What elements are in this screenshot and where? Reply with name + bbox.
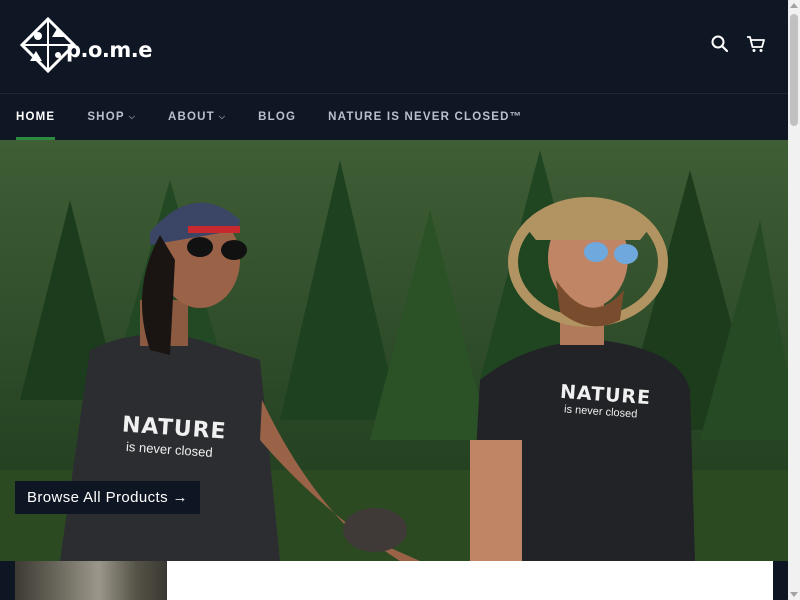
nav-item-blog[interactable]: BLOG [242,94,312,140]
nav-item-nature[interactable]: NATURE IS NEVER CLOSED™ [312,94,538,140]
nav-item-about[interactable]: ABOUT ⌵ [152,94,242,140]
chevron-down-icon: ⌵ [128,112,136,121]
featured-card [167,561,773,600]
site-header: p.o.m.e [0,0,788,94]
featured-section [0,561,788,600]
nav-item-label: ABOUT [167,111,215,123]
main-nav: HOME SHOP ⌵ ABOUT ⌵ BLOG NATURE IS NEVER… [0,94,788,140]
chevron-down-icon: ⌵ [218,112,227,121]
hero-banner[interactable]: NATURE is never closed NATURE is never c… [0,140,788,561]
cart-icon[interactable] [746,34,766,54]
nav-item-label: HOME [16,111,56,123]
logo-text: p.o.m.e [66,38,153,62]
site-logo[interactable]: p.o.m.e [20,16,153,74]
nav-item-label: SHOP [87,111,125,123]
featured-thumbnail[interactable] [15,561,167,600]
nav-item-label: NATURE IS NEVER CLOSED™ [328,111,523,123]
scroll-up-icon[interactable] [788,0,800,12]
search-icon[interactable] [710,34,730,54]
scroll-down-icon[interactable] [788,588,800,600]
browse-products-button[interactable]: Browse All Products → [15,481,200,514]
page-scrollbar[interactable] [788,0,800,600]
nav-item-home[interactable]: HOME [0,94,71,140]
nav-item-label: BLOG [258,111,297,123]
scroll-thumb[interactable] [790,14,798,126]
nav-item-shop[interactable]: SHOP ⌵ [71,94,152,140]
